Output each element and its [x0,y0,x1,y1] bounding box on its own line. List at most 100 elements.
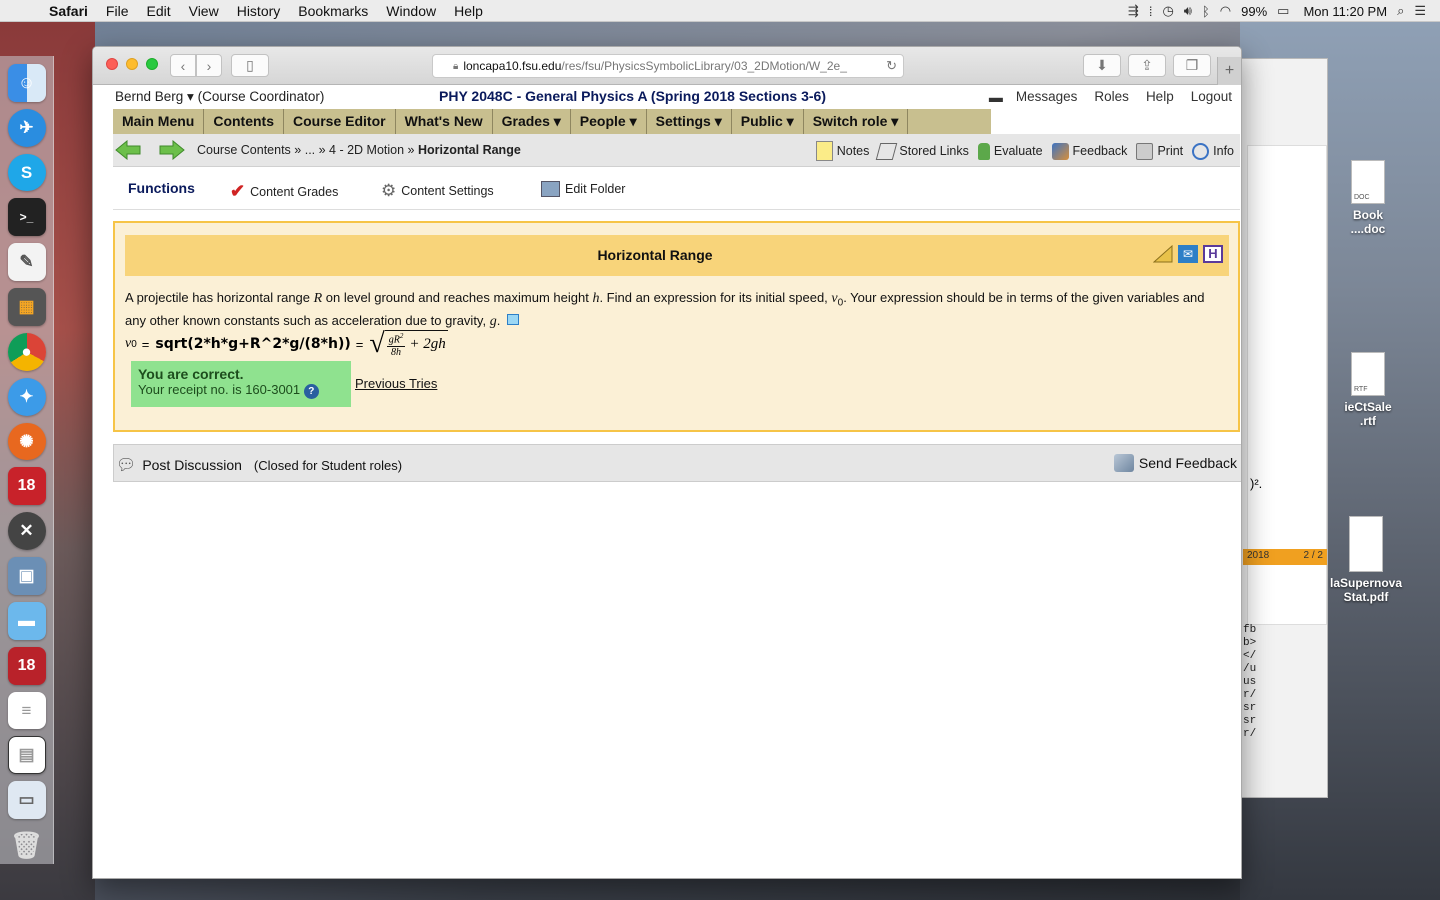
calculator-icon[interactable]: ▦ [7,288,46,326]
maple-18-doc-icon[interactable]: 18 [7,646,46,685]
next-arrow-icon[interactable] [159,139,185,161]
user-menu[interactable]: Bernd Berg ▾ (Course Coordinator) [115,89,324,105]
settings-gear-icon: ⚙ [381,181,397,200]
breadcrumb-2d-motion[interactable]: 4 - 2D Motion » [329,143,414,157]
settings-menu[interactable]: Settings ▾ [647,109,732,134]
stored-links-tool[interactable]: Stored Links [876,142,969,160]
wifi-scan-icon[interactable]: ⁞ [1149,4,1153,19]
main-menu-link[interactable]: Main Menu [113,109,205,134]
functions-bar: Functions ✔ Content Grades ⚙ Content Set… [113,168,1240,210]
content-settings-link[interactable]: ⚙ Content Settings [381,181,494,201]
textedit-icon[interactable]: ✎ [7,243,46,282]
background-pdf-footer: 2018 2 / 2 [1243,549,1327,565]
minimize-window-button[interactable] [126,58,138,70]
answer-line: v0 = sqrt(2*h*g+R^2*g/(8*h)) = √ gR2 8h … [125,330,448,358]
info-icon [1192,142,1210,160]
code-line: /u [1243,663,1257,675]
background-code-text: fb b> </ /u us r/ sr sr r/ [1243,624,1256,741]
user-name[interactable]: Bernd Berg [115,89,183,104]
menu-view[interactable]: View [180,3,228,19]
close-window-button[interactable] [106,58,118,70]
menu-edit[interactable]: Edit [137,3,179,19]
course-editor-link[interactable]: Course Editor [284,109,396,134]
document-thumbnail-icon[interactable]: ≡ [7,691,46,730]
evaluate-tool[interactable]: Evaluate [977,142,1043,160]
maple-18-icon[interactable]: 18 [7,467,46,506]
messages-link[interactable]: Messages [1016,89,1078,105]
zoom-window-button[interactable] [146,58,158,70]
post-discussion-link[interactable]: 💬︎ Post Discussion (Closed for Student r… [116,455,402,475]
hint-h-icon[interactable]: H [1203,245,1223,263]
notes-tool[interactable]: Notes [815,141,869,161]
public-menu[interactable]: Public ▾ [732,109,804,134]
whats-new-link[interactable]: What's New [396,109,493,134]
navigation-bar: Course Contents » ... » 4 - 2D Motion » … [113,134,1240,167]
terminal-icon[interactable]: >_ [7,198,46,237]
menu-clock[interactable]: Mon 11:20 PM [1303,4,1387,19]
desktop-file-book-doc[interactable]: DOC Book ....doc [1328,160,1408,236]
preview-icon[interactable]: ▣ [7,557,46,595]
roles-link[interactable]: Roles [1094,89,1129,105]
grades-menu[interactable]: Grades ▾ [493,109,571,134]
finder-icon[interactable]: ☺ [7,64,46,102]
send-feedback-link[interactable]: Send Feedback [1113,454,1237,472]
mail-tool-icon[interactable]: ✉ [1178,245,1198,263]
monitor-icon[interactable]: ▬ [989,89,1003,105]
notification-center-icon[interactable]: ☰ [1414,3,1426,19]
share-button[interactable]: ⇪ [1128,54,1166,77]
note-icon[interactable] [506,313,519,325]
new-tab-button[interactable]: + [1217,57,1241,85]
help-link[interactable]: Help [1146,89,1174,105]
menu-app-name[interactable]: Safari [40,3,97,19]
address-bar[interactable]: 🔒︎ loncapa10.fsu.edu/res/fsu/PhysicsSymb… [432,54,904,78]
spreadsheet-thumbnail-icon[interactable]: ▤ [7,736,46,775]
sidebar-toggle-button[interactable]: ▯ [231,54,269,77]
spotlight-icon[interactable]: ⌕ [1397,3,1404,19]
firefox-icon[interactable]: ✺ [7,422,46,461]
breadcrumb-course-contents[interactable]: Course Contents » [197,143,301,157]
back-button[interactable]: ‹ [170,54,196,77]
downloads-button[interactable]: ⬇ [1083,54,1121,77]
feedback-tool[interactable]: Feedback [1051,142,1127,160]
x11-icon[interactable]: ✕ [7,512,46,551]
switch-role-menu[interactable]: Switch role ▾ [804,109,909,134]
battery-icon[interactable]: ▭ [1277,3,1289,19]
safari-icon[interactable]: ✦ [7,377,46,416]
menu-bookmarks[interactable]: Bookmarks [289,3,377,19]
reload-icon[interactable]: ↻ [886,58,897,74]
volume-icon[interactable]: 🔊︎ [1184,3,1192,19]
menu-file[interactable]: File [97,3,138,19]
skype-icon[interactable]: S [7,153,46,192]
contents-link[interactable]: Contents [204,109,285,134]
folder-icon[interactable]: ▬ [7,601,46,640]
chrome-icon[interactable]: ● [7,332,46,371]
help-question-icon[interactable]: ? [303,384,319,399]
desktop-file-pdf[interactable]: laSupernova Stat.pdf [1326,516,1406,604]
menu-help[interactable]: Help [445,3,492,19]
edit-folder-link[interactable]: Edit Folder [541,181,625,197]
battery-percent[interactable]: 99% [1241,4,1267,19]
ruler-icon[interactable] [1152,244,1173,263]
screenshot-thumbnail-icon[interactable]: ▭ [7,781,46,820]
trash-icon[interactable]: 🗑︎ [8,826,46,864]
content-grades-label: Content Grades [250,184,339,199]
print-tool[interactable]: Print [1136,142,1183,160]
code-line: sr [1243,702,1257,714]
forward-button[interactable]: › [196,54,222,77]
content-grades-link[interactable]: ✔ Content Grades [230,181,338,202]
bluetooth-icon[interactable]: ᛒ [1202,4,1210,19]
menu-history[interactable]: History [228,3,290,19]
wifi-icon[interactable]: ◠ [1220,3,1231,19]
mail-icon[interactable]: ✈ [7,108,46,147]
airplay-icon[interactable]: ⇶ [1128,3,1139,19]
info-tool[interactable]: Info [1192,142,1234,160]
previous-tries-link[interactable]: Previous Tries [355,376,437,391]
logout-link[interactable]: Logout [1191,89,1232,105]
menu-window[interactable]: Window [377,3,445,19]
tabs-overview-button[interactable]: ❐ [1173,54,1211,77]
desktop-file-rtf[interactable]: RTF ieCtSale .rtf [1328,352,1408,428]
time-machine-icon[interactable]: ◷ [1162,3,1173,19]
previous-arrow-icon[interactable] [115,139,141,161]
breadcrumb-ellipsis[interactable]: ... » [305,143,326,157]
people-menu[interactable]: People ▾ [571,109,647,134]
